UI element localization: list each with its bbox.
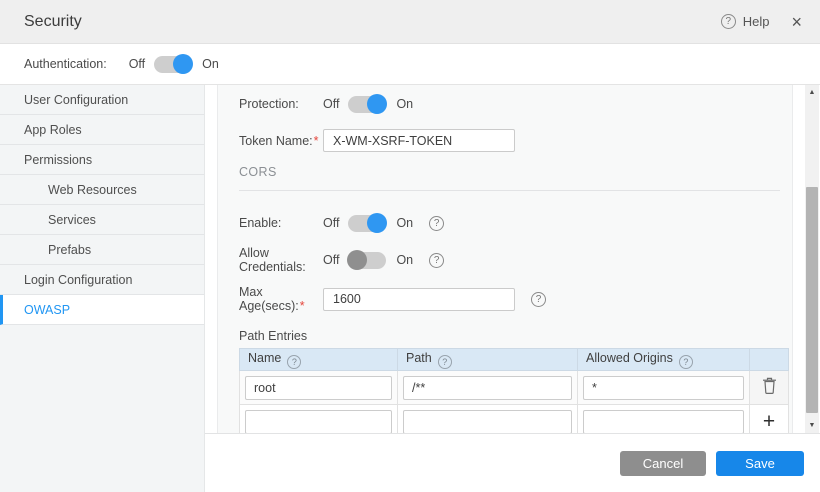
cors-section-title: CORS bbox=[239, 165, 277, 179]
table-row bbox=[240, 371, 789, 405]
content-column: Protection: Off On Token Name:* bbox=[205, 85, 820, 492]
enable-label: Enable: bbox=[239, 216, 323, 230]
toggle-on-label: On bbox=[396, 253, 413, 267]
security-dialog: Security ? Help × Authentication: Off On… bbox=[0, 0, 820, 492]
path-entry-origins-input[interactable] bbox=[583, 376, 744, 400]
add-row-button[interactable]: + bbox=[763, 411, 775, 432]
page-title: Security bbox=[24, 13, 82, 31]
plus-icon: + bbox=[763, 410, 775, 433]
toggle-off-label: Off bbox=[129, 57, 145, 71]
help-link[interactable]: Help bbox=[743, 14, 770, 29]
path-entries-table: Name? Path? Allowed Origins? bbox=[239, 348, 789, 433]
sidebar-item-permissions[interactable]: Permissions bbox=[0, 145, 204, 175]
cancel-button[interactable]: Cancel bbox=[620, 451, 706, 476]
vertical-scrollbar[interactable]: ▲ ▼ bbox=[805, 85, 819, 433]
authentication-toggle[interactable] bbox=[154, 56, 192, 73]
sidebar-item-app-roles[interactable]: App Roles bbox=[0, 115, 204, 145]
toggle-knob bbox=[367, 213, 387, 233]
scrollable-content-region: Protection: Off On Token Name:* bbox=[205, 85, 820, 433]
content-gutter-right bbox=[793, 85, 805, 433]
new-entry-origins-input[interactable] bbox=[583, 410, 744, 434]
sidebar: User Configuration App Roles Permissions… bbox=[0, 85, 205, 492]
scroll-up-arrow-icon[interactable]: ▲ bbox=[805, 89, 819, 96]
cors-enable-field: Enable: Off On ? bbox=[239, 212, 792, 234]
toggle-on-label: On bbox=[396, 216, 413, 230]
sidebar-item-owasp[interactable]: OWASP bbox=[0, 295, 204, 325]
column-header-name: Name? bbox=[240, 349, 398, 371]
enable-toggle[interactable] bbox=[348, 215, 386, 232]
cors-section-header: CORS bbox=[239, 163, 780, 191]
authentication-label: Authentication: bbox=[24, 57, 107, 71]
allow-credentials-toggle-group: Off On bbox=[323, 252, 413, 269]
enable-help-icon[interactable]: ? bbox=[429, 216, 444, 231]
toggle-knob bbox=[173, 54, 193, 74]
allow-credentials-label: Allow Credentials: bbox=[239, 246, 323, 274]
trash-icon bbox=[762, 377, 777, 394]
owasp-settings-pane: Protection: Off On Token Name:* bbox=[217, 85, 793, 433]
protection-label: Protection: bbox=[239, 97, 323, 111]
max-age-help-icon[interactable]: ? bbox=[531, 292, 546, 307]
sidebar-item-web-resources[interactable]: Web Resources bbox=[0, 175, 204, 205]
toggle-off-label: Off bbox=[323, 216, 339, 230]
protection-toggle-group: Off On bbox=[323, 96, 413, 113]
enable-toggle-group: Off On bbox=[323, 215, 413, 232]
toggle-off-label: Off bbox=[323, 253, 339, 267]
max-age-input[interactable] bbox=[323, 288, 515, 311]
allow-credentials-toggle[interactable] bbox=[348, 252, 386, 269]
allow-credentials-help-icon[interactable]: ? bbox=[429, 253, 444, 268]
sidebar-item-user-configuration[interactable]: User Configuration bbox=[0, 85, 204, 115]
table-row: + bbox=[240, 405, 789, 434]
close-icon[interactable]: × bbox=[791, 13, 802, 31]
path-column-help-icon[interactable]: ? bbox=[438, 355, 452, 369]
scrollbar-thumb[interactable] bbox=[806, 187, 818, 413]
path-entry-name-input[interactable] bbox=[245, 376, 392, 400]
max-age-field: Max Age(secs):* ? bbox=[239, 285, 792, 313]
sidebar-item-prefabs[interactable]: Prefabs bbox=[0, 235, 204, 265]
allowed-origins-column-help-icon[interactable]: ? bbox=[679, 355, 693, 369]
toggle-knob bbox=[347, 250, 367, 270]
new-entry-name-input[interactable] bbox=[245, 410, 392, 434]
sidebar-item-services[interactable]: Services bbox=[0, 205, 204, 235]
table-header-row: Name? Path? Allowed Origins? bbox=[240, 349, 789, 371]
main-row: User Configuration App Roles Permissions… bbox=[0, 85, 820, 492]
required-asterisk: * bbox=[300, 299, 305, 313]
path-entries-title: Path Entries bbox=[239, 329, 792, 343]
column-header-actions bbox=[750, 349, 789, 371]
allow-credentials-field: Allow Credentials: Off On ? bbox=[239, 249, 792, 271]
delete-row-button[interactable] bbox=[762, 377, 777, 394]
column-header-path: Path? bbox=[398, 349, 578, 371]
help-icon[interactable]: ? bbox=[721, 14, 736, 29]
name-column-help-icon[interactable]: ? bbox=[287, 355, 301, 369]
new-entry-path-input[interactable] bbox=[403, 410, 572, 434]
toggle-on-label: On bbox=[396, 97, 413, 111]
save-button[interactable]: Save bbox=[716, 451, 804, 476]
content-gutter-left bbox=[205, 85, 217, 433]
column-header-allowed-origins: Allowed Origins? bbox=[578, 349, 750, 371]
token-name-field: Token Name:* bbox=[239, 129, 792, 152]
protection-toggle[interactable] bbox=[348, 96, 386, 113]
token-name-label: Token Name:* bbox=[239, 134, 323, 148]
dialog-footer: Cancel Save bbox=[205, 433, 820, 492]
path-entry-path-input[interactable] bbox=[403, 376, 572, 400]
protection-field: Protection: Off On bbox=[239, 93, 792, 115]
toggle-on-label: On bbox=[202, 57, 219, 71]
token-name-input[interactable] bbox=[323, 129, 515, 152]
toggle-knob bbox=[367, 94, 387, 114]
sidebar-item-login-configuration[interactable]: Login Configuration bbox=[0, 265, 204, 295]
max-age-label: Max Age(secs):* bbox=[239, 285, 323, 313]
authentication-bar: Authentication: Off On bbox=[0, 44, 820, 85]
toggle-off-label: Off bbox=[323, 97, 339, 111]
authentication-toggle-group: Off On bbox=[129, 56, 219, 73]
header-actions: ? Help × bbox=[721, 13, 802, 31]
scroll-down-arrow-icon[interactable]: ▼ bbox=[805, 422, 819, 429]
dialog-header: Security ? Help × bbox=[0, 0, 820, 44]
required-asterisk: * bbox=[314, 134, 319, 148]
